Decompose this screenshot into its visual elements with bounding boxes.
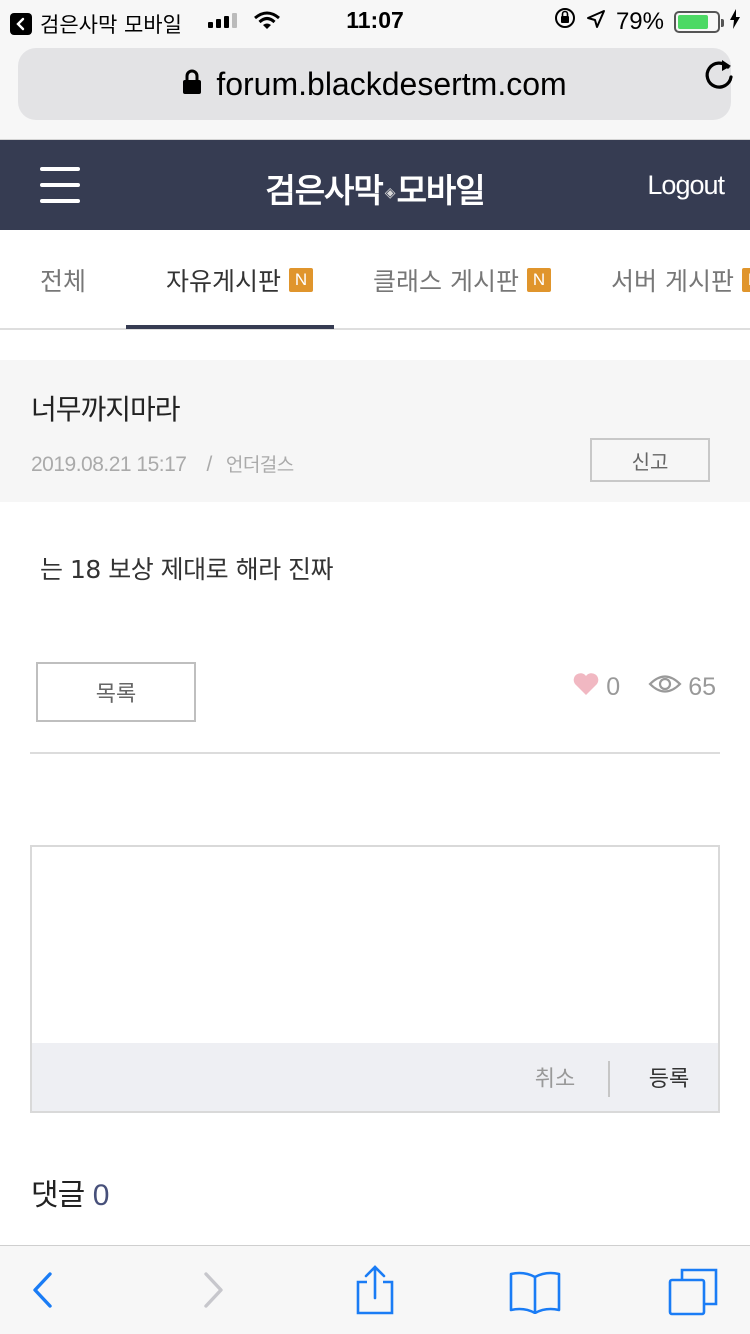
post-author: 언더걸스 [225,454,294,476]
cancel-button[interactable]: 취소 [510,1043,600,1111]
tab-label: 서버 게시판 [611,267,734,296]
battery-percent: 79% [615,7,664,35]
tab-label: 전체 [40,267,87,296]
comment-actions: 취소 등록 [32,1043,718,1111]
new-badge: N [526,268,551,292]
forward-icon[interactable] [200,1268,226,1316]
tab-free-board[interactable]: 자유게시판 N [166,230,314,330]
logout-link[interactable]: Logout [647,170,725,201]
list-button[interactable]: 목록 [36,662,196,722]
logo-text-left: 검은사막 [265,171,383,210]
location-icon [586,8,606,36]
tab-class-board[interactable]: 클래스 게시판 N [373,230,551,330]
browser-toolbar [0,1245,750,1334]
comment-textarea[interactable] [32,847,718,1043]
divider [30,752,720,754]
post-date: 2019.08.21 15:17 [31,453,187,476]
comments-label: 댓글 [31,1178,85,1213]
tab-all[interactable]: 전체 [40,230,86,330]
tabs-icon[interactable] [668,1266,720,1320]
battery-icon [674,10,724,33]
logo-text-right: 모바일 [396,171,486,210]
eye-icon [648,673,682,702]
view-count: 65 [688,673,716,701]
browser-address-area: forum.blackdesertm.com [0,40,750,140]
lock-icon [182,69,202,99]
logo-diamond-icon: ◈ [384,185,396,201]
new-badge: N [289,268,314,292]
post-title: 너무까지마라 [31,393,181,426]
site-logo[interactable]: 검은사막 ◈모바일 [0,164,750,212]
comment-form: 취소 등록 [30,845,720,1113]
report-button[interactable]: 신고 [590,438,710,482]
post-body: 는 18 보상 제대로 해라 진짜 [40,555,334,584]
comments-heading: 댓글 0 [31,1170,110,1214]
charging-icon [730,8,740,36]
back-icon[interactable] [30,1268,56,1316]
submit-comment-button[interactable]: 등록 [624,1043,714,1111]
board-tabs: 전체 자유게시판 N 클래스 게시판 N 서버 게시판 N [0,230,750,330]
comments-count: 0 [92,1179,110,1212]
active-tab-indicator [126,325,334,329]
post-header: 너무까지마라 2019.08.21 15:17 / 언더걸스 신고 [0,360,750,502]
status-bar: 검은사막 모바일 11:07 79% [0,0,750,40]
site-header: 검은사막 ◈모바일 Logout [0,140,750,230]
url-text: forum.blackdesertm.com [216,65,567,102]
rotation-lock-icon [554,7,576,36]
post-meta: 2019.08.21 15:17 / 언더걸스 [31,450,294,477]
new-badge: N [741,268,750,292]
heart-icon[interactable] [572,672,600,703]
reload-icon[interactable] [702,57,736,97]
action-separator [608,1061,610,1097]
tab-server-board[interactable]: 서버 게시판 N [611,230,750,330]
bookmarks-icon[interactable] [508,1270,562,1318]
tab-label: 클래스 게시판 [373,267,519,296]
share-icon[interactable] [354,1264,396,1320]
post-stats: 0 65 [572,672,716,703]
tab-label: 자유게시판 [166,267,282,296]
like-count: 0 [606,673,621,701]
meta-separator: / [206,453,213,476]
address-bar[interactable]: forum.blackdesertm.com [18,48,731,120]
